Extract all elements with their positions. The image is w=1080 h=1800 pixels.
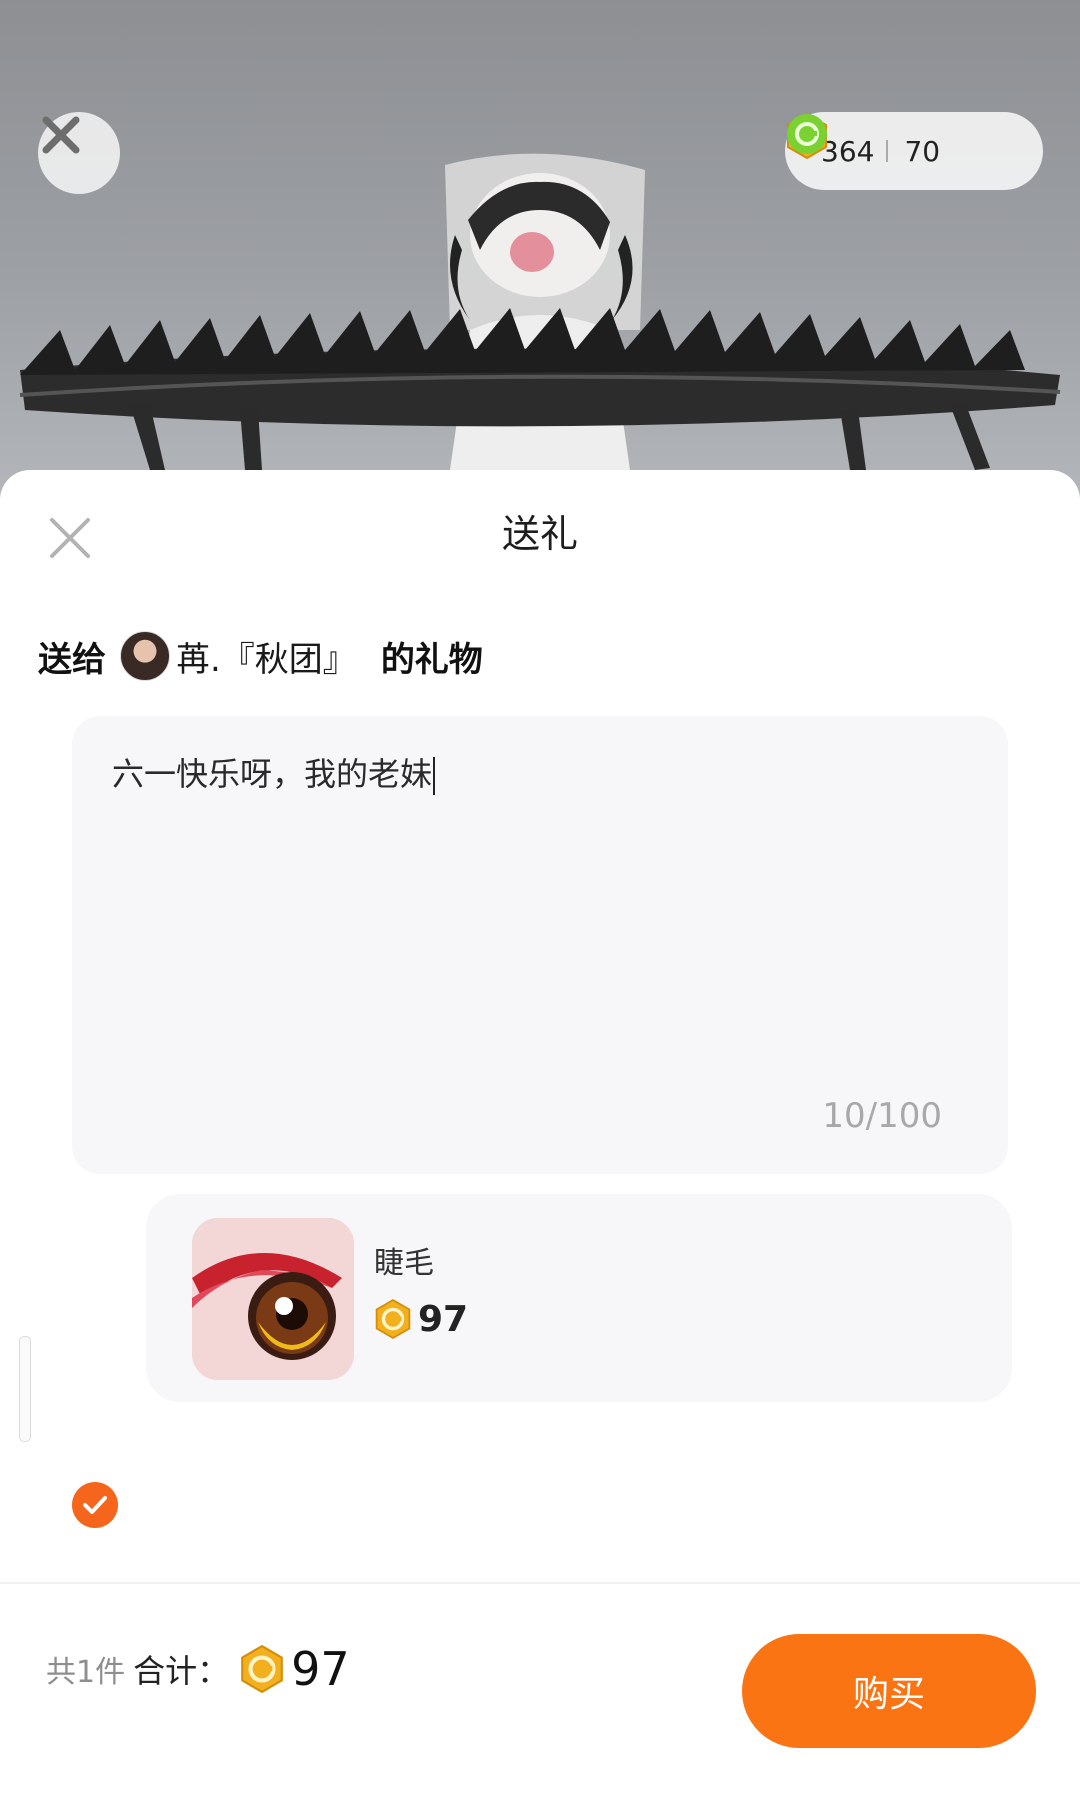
- recipient-row: 送给 苒.『秋团』 的礼物: [38, 628, 483, 684]
- green-coin-amount: 70: [904, 134, 941, 168]
- avatar-scene: 364 70: [0, 0, 1080, 500]
- close-icon: [42, 116, 80, 154]
- scrollbar[interactable]: [19, 1336, 31, 1442]
- green-coin-icon: [787, 114, 827, 154]
- eyelash-eye-icon: [192, 1218, 354, 1380]
- message-input[interactable]: 六一快乐呀，我的老妹 10/100: [72, 716, 1008, 1174]
- avatar: [120, 631, 170, 681]
- scene-close-button[interactable]: [38, 112, 120, 194]
- gift-price: 97: [418, 1298, 469, 1340]
- total-row: 共1件 合计： 97: [46, 1642, 350, 1696]
- gift-price-row: 97: [374, 1298, 468, 1340]
- gift-sheet: 送礼 送给 苒.『秋团』 的礼物 六一快乐呀，我的老妹 10/100 睫毛 97…: [0, 470, 1080, 1800]
- gift-select-checkbox[interactable]: [72, 1482, 118, 1528]
- total-label: 合计：: [133, 1652, 230, 1690]
- currency-divider: [886, 140, 889, 162]
- sheet-title: 送礼: [501, 512, 578, 556]
- checkout-footer: 共1件 合计： 97 购买: [0, 1584, 1080, 1800]
- item-count: 共1件: [46, 1655, 126, 1690]
- recipient-suffix: 的礼物: [380, 639, 483, 680]
- recipient-prefix: 送给: [38, 639, 106, 680]
- sheet-close-button[interactable]: [42, 510, 98, 566]
- gold-coin-icon: [375, 1299, 411, 1339]
- gold-coin-amount: 364: [821, 134, 875, 168]
- total-value: 97: [291, 1642, 350, 1696]
- message-text-wrap: 六一快乐呀，我的老妹: [112, 744, 436, 804]
- gift-name: 睫毛: [374, 1246, 434, 1281]
- gift-thumbnail: [192, 1218, 354, 1380]
- close-icon: [50, 518, 90, 558]
- message-text: 六一快乐呀，我的老妹: [112, 755, 433, 793]
- gift-card[interactable]: 睫毛 97: [146, 1194, 1012, 1402]
- char-count: 10/100: [822, 1096, 942, 1136]
- text-caret: [433, 757, 436, 795]
- check-icon: [83, 1496, 107, 1514]
- buy-button[interactable]: 购买: [742, 1634, 1036, 1748]
- gold-coin-icon: [241, 1644, 283, 1694]
- recipient-name: 苒.『秋团』: [176, 639, 357, 680]
- currency-balance[interactable]: 364 70: [785, 112, 1043, 190]
- scene-illustration: [19, 153, 1061, 470]
